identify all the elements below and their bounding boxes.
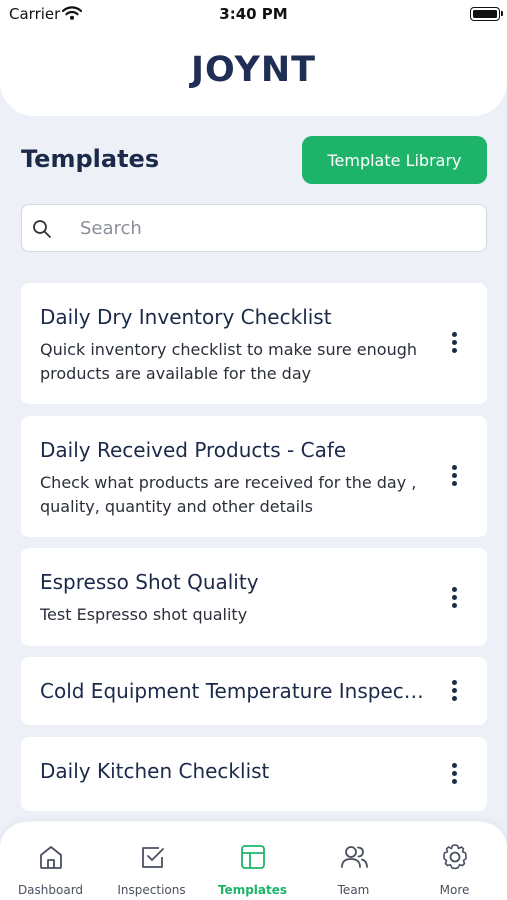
template-description: Check what products are received for the… <box>40 473 417 516</box>
template-title: Daily Dry Inventory Checklist <box>40 305 332 329</box>
more-options-icon[interactable] <box>447 464 461 494</box>
template-library-button[interactable]: Template Library <box>302 136 487 184</box>
template-card[interactable]: Espresso Shot Quality Test Espresso shot… <box>21 548 487 646</box>
template-card[interactable]: Daily Kitchen Checklist <box>21 737 487 811</box>
nav-label: Templates <box>217 883 288 897</box>
page-title: Templates <box>21 145 160 173</box>
template-description: Quick inventory checklist to make sure e… <box>40 340 417 383</box>
battery-icon <box>470 7 503 21</box>
nav-label: Inspections <box>117 883 186 897</box>
template-card[interactable]: Daily Dry Inventory Checklist Quick inve… <box>21 283 487 404</box>
template-card[interactable]: Daily Received Products - Cafe Check wha… <box>21 416 487 537</box>
template-title: Daily Received Products - Cafe <box>40 438 347 462</box>
nav-item-team[interactable]: Team <box>303 822 404 900</box>
nav-item-templates[interactable]: Templates <box>202 822 303 900</box>
nav-label: More <box>439 883 470 897</box>
more-options-icon[interactable] <box>447 586 461 616</box>
nav-label: Dashboard <box>17 883 84 897</box>
more-options-icon[interactable] <box>447 331 461 361</box>
checkbox-icon <box>142 847 164 868</box>
bottom-nav: Dashboard Inspections Templates Team Mor… <box>0 822 507 900</box>
template-card[interactable]: Cold Equipment Temperature Inspection <box>21 657 487 725</box>
more-options-icon[interactable] <box>447 679 461 709</box>
header: Carrier 3:40 PM JOYNT <box>0 0 507 116</box>
status-bar: Carrier 3:40 PM <box>0 0 507 30</box>
search-bar[interactable] <box>21 204 487 252</box>
template-title: Cold Equipment Temperature Inspection <box>40 679 425 703</box>
template-description: Test Espresso shot quality <box>40 605 248 624</box>
app-logo: JOYNT <box>190 50 317 90</box>
layout-icon <box>241 845 265 869</box>
home-icon <box>40 846 62 869</box>
search-input[interactable] <box>80 215 470 241</box>
status-time: 3:40 PM <box>219 5 288 23</box>
more-options-icon[interactable] <box>447 762 461 792</box>
search-icon <box>33 220 51 238</box>
users-icon <box>341 846 368 868</box>
nav-label: Team <box>337 883 370 897</box>
template-title: Espresso Shot Quality <box>40 570 259 594</box>
nav-item-more[interactable]: More <box>404 822 505 900</box>
nav-item-inspections[interactable]: Inspections <box>101 822 202 900</box>
nav-item-dashboard[interactable]: Dashboard <box>0 822 101 900</box>
template-title: Daily Kitchen Checklist <box>40 759 270 783</box>
gear-icon <box>443 844 467 870</box>
